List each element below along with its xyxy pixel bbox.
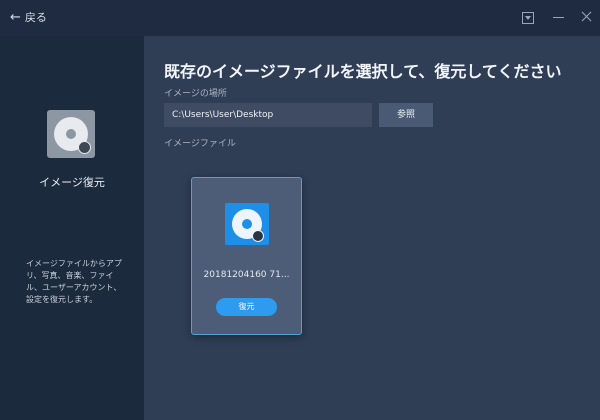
menu-dropdown-icon[interactable]: [522, 12, 534, 24]
sidebar: イメージ復元 イメージファイルからアプリ、写真、音楽、ファイル、ユーザーアカウン…: [0, 36, 144, 420]
back-arrow-icon: ←: [10, 9, 21, 25]
image-file-label: イメージファイル: [164, 139, 236, 149]
image-file-card[interactable]: 20181204160 71... 復元: [191, 177, 302, 335]
disk-image-file-icon: [225, 203, 269, 245]
restore-button[interactable]: 復元: [216, 298, 277, 316]
restore-badge-icon: [252, 230, 264, 242]
back-button[interactable]: ← 戻る: [10, 9, 47, 25]
sidebar-title: イメージ復元: [39, 176, 105, 189]
browse-button[interactable]: 参照: [379, 103, 433, 127]
location-label: イメージの場所: [164, 89, 227, 99]
sidebar-description: イメージファイルからアプリ、写真、音楽、ファイル、ユーザーアカウント、設定を復元…: [26, 259, 122, 304]
restore-badge-icon: [78, 141, 91, 154]
titlebar: ← 戻る: [0, 0, 600, 36]
minimize-icon[interactable]: [552, 10, 566, 24]
back-label: 戻る: [24, 11, 47, 24]
page-title: 既存のイメージファイルを選択して、復元してください: [164, 62, 562, 81]
disk-image-icon: [47, 110, 95, 158]
image-filename: 20181204160 71...: [203, 270, 290, 280]
close-icon[interactable]: [580, 10, 594, 24]
main-panel: 既存のイメージファイルを選択して、復元してください イメージの場所 参照 イメー…: [144, 36, 600, 420]
path-input[interactable]: [164, 103, 372, 127]
app-window: ← 戻る イメージ復元 イメージファイルからアプリ、写真、音楽、ファイル、ユーザ…: [0, 0, 600, 420]
